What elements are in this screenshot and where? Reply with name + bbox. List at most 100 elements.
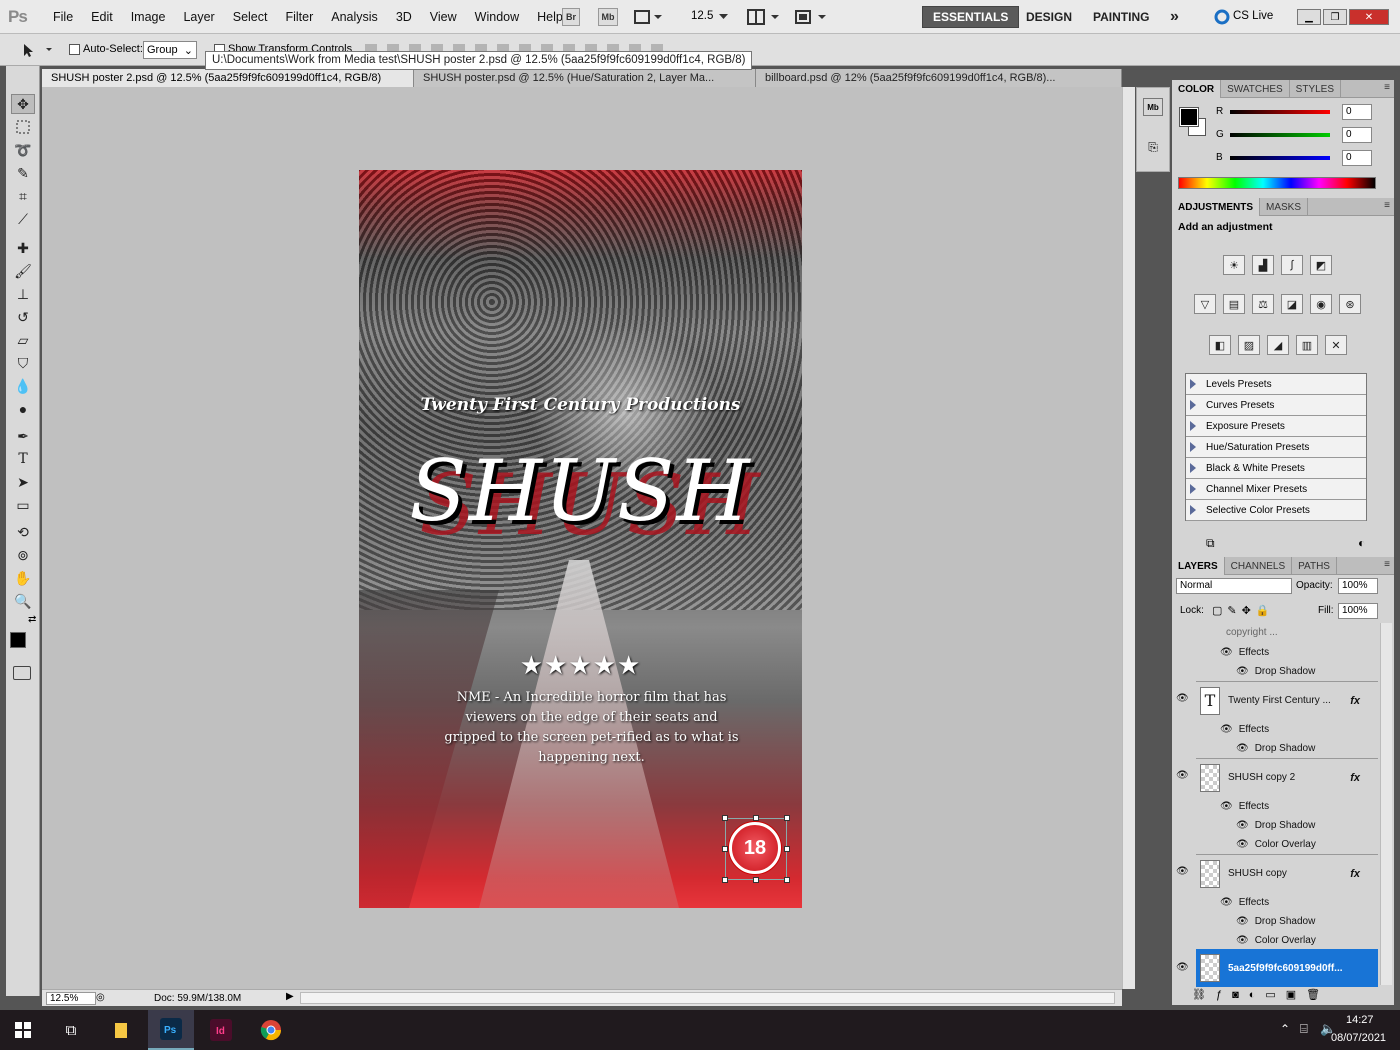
transform-selection-box[interactable] (722, 815, 790, 883)
screen-mode-icon[interactable] (793, 8, 829, 26)
color-spectrum-bar[interactable] (1178, 177, 1376, 189)
restore-button[interactable]: ❐ (1323, 9, 1347, 25)
tab-layers[interactable]: LAYERS (1172, 557, 1225, 575)
transform-handle[interactable] (784, 877, 790, 883)
transform-handle[interactable] (722, 877, 728, 883)
panel-menu-icon[interactable]: ≡ (1384, 559, 1390, 570)
menu-window[interactable]: Window (466, 10, 528, 24)
threshold-icon[interactable]: ◢ (1267, 335, 1289, 355)
transform-handle[interactable] (722, 815, 728, 821)
taskbar-time[interactable]: 14:27 (1346, 1014, 1374, 1026)
workspace-design[interactable]: DESIGN (1016, 6, 1082, 28)
fill-field[interactable]: 100% (1338, 603, 1378, 619)
shape-tool-icon[interactable]: ▭ (11, 495, 35, 515)
eyedropper-tool-icon[interactable]: ⟋ (11, 209, 35, 229)
effect-drop-shadow-row[interactable]: 👁 Drop Shadow (1196, 912, 1378, 930)
tab-masks[interactable]: MASKS (1260, 198, 1309, 216)
windows-start-icon[interactable] (0, 1010, 46, 1050)
workspace-essentials[interactable]: ESSENTIALS (922, 6, 1020, 28)
eye-icon[interactable]: 👁 (1176, 693, 1190, 705)
hand-tool-icon[interactable]: ✋ (11, 568, 35, 588)
preset-curves[interactable]: Curves Presets (1186, 395, 1366, 416)
tab-channels[interactable]: CHANNELS (1225, 557, 1293, 575)
stamp-tool-icon[interactable]: ⊥ (11, 284, 35, 304)
fx-icon[interactable]: fx (1350, 868, 1360, 880)
eye-icon[interactable]: 👁 (1220, 897, 1233, 908)
healing-brush-tool-icon[interactable]: ✚ (11, 238, 35, 258)
zoom-tool-icon[interactable]: 🔍 (11, 591, 35, 611)
zoom-level[interactable]: 12.5 (691, 10, 713, 22)
chrome-taskbar-icon[interactable] (248, 1010, 294, 1050)
preset-selective-color[interactable]: Selective Color Presets (1186, 500, 1366, 521)
preset-hue-saturation[interactable]: Hue/Saturation Presets (1186, 437, 1366, 458)
status-zoom-field[interactable]: 12.5% (46, 992, 96, 1005)
adjustment-toggle-icon[interactable]: ◐ (1358, 536, 1365, 550)
layers-scrollbar[interactable] (1380, 623, 1392, 985)
tab-shush-poster[interactable]: SHUSH poster.psd @ 12.5% (Hue/Saturation… (414, 69, 756, 87)
brightness-contrast-icon[interactable]: ☀ (1223, 255, 1245, 275)
vibrance-icon[interactable]: ▽ (1194, 294, 1216, 314)
menu-view[interactable]: View (421, 10, 466, 24)
auto-select-dropdown[interactable]: Group ⌄ (143, 41, 197, 59)
transform-handle[interactable] (784, 846, 790, 852)
mini-bridge-button[interactable]: Mb (598, 8, 618, 26)
menu-file[interactable]: File (44, 10, 82, 24)
cs-live-icon[interactable] (1214, 9, 1230, 25)
network-icon[interactable]: ⌸ (1300, 1021, 1308, 1037)
eye-icon[interactable]: 👁 (1236, 839, 1249, 850)
move-tool-preset-icon[interactable] (22, 42, 52, 58)
menu-select[interactable]: Select (224, 10, 277, 24)
effect-color-overlay-row[interactable]: 👁 Color Overlay (1196, 931, 1378, 949)
selective-color-icon[interactable]: ✕ (1325, 335, 1347, 355)
effects-row[interactable]: 👁 Effects (1196, 797, 1378, 815)
mini-bridge-panel-icon[interactable]: Mb (1143, 98, 1163, 116)
invert-icon[interactable]: ◧ (1209, 335, 1231, 355)
eye-icon[interactable]: 👁 (1236, 935, 1249, 946)
preset-exposure[interactable]: Exposure Presets (1186, 416, 1366, 437)
transform-handle[interactable] (753, 877, 759, 883)
effect-drop-shadow-row[interactable]: 👁 Drop Shadow (1196, 662, 1378, 680)
red-value[interactable]: 0 (1342, 104, 1372, 120)
3d-orbit-tool-icon[interactable]: ⊚ (11, 545, 35, 565)
effect-drop-shadow-row[interactable]: 👁 Drop Shadow (1196, 739, 1378, 757)
curves-icon[interactable]: ∫ (1281, 255, 1303, 275)
photoshop-taskbar-icon[interactable]: Ps (148, 1010, 194, 1050)
canvas-horizontal-scrollbar[interactable] (300, 992, 1115, 1004)
3d-rotate-tool-icon[interactable]: ⟲ (11, 522, 35, 542)
layer-row-selected[interactable]: 5aa25f9f9fc609199d0ff... (1196, 949, 1378, 987)
canvas-vertical-scrollbar[interactable] (1122, 87, 1135, 989)
tab-styles[interactable]: STYLES (1290, 80, 1342, 98)
eraser-tool-icon[interactable]: ▱ (11, 330, 35, 350)
swap-colors-icon[interactable]: ⇄ (28, 614, 36, 625)
eye-icon[interactable]: 👁 (1220, 724, 1233, 735)
layer-row-shush-copy-2[interactable]: SHUSH copy 2 fx (1196, 758, 1378, 796)
tab-swatches[interactable]: SWATCHES (1221, 80, 1290, 98)
panel-menu-icon[interactable]: ≡ (1384, 200, 1390, 211)
task-view-icon[interactable]: ⧉ (48, 1010, 94, 1050)
hue-saturation-icon[interactable]: ▤ (1223, 294, 1245, 314)
tab-billboard[interactable]: billboard.psd @ 12% (5aa25f9f9fc609199d0… (756, 69, 1122, 87)
menu-image[interactable]: Image (122, 10, 175, 24)
move-tool-icon[interactable]: ✥ (11, 94, 35, 114)
eye-icon[interactable]: 👁 (1236, 820, 1249, 831)
auto-select-checkbox[interactable] (69, 44, 80, 55)
blue-slider[interactable] (1230, 156, 1330, 160)
status-menu-arrow-icon[interactable]: ▶ (286, 991, 294, 1002)
pen-tool-icon[interactable]: ✒ (11, 426, 35, 446)
layer-row-text[interactable]: T Twenty First Century ... fx (1196, 681, 1378, 719)
view-extras-icon[interactable] (633, 9, 663, 25)
cs-live-label[interactable]: CS Live (1233, 10, 1273, 22)
exposure-icon[interactable]: ◩ (1310, 255, 1332, 275)
quick-selection-tool-icon[interactable]: ✎ (11, 163, 35, 183)
more-workspaces-button[interactable]: » (1160, 6, 1189, 28)
marquee-tool-icon[interactable] (11, 117, 35, 137)
red-slider[interactable] (1230, 110, 1330, 114)
transform-handle[interactable] (784, 815, 790, 821)
preset-channel-mixer[interactable]: Channel Mixer Presets (1186, 479, 1366, 500)
transform-handle[interactable] (722, 846, 728, 852)
effects-row[interactable]: 👁 Effects (1196, 893, 1378, 911)
tab-adjustments[interactable]: ADJUSTMENTS (1172, 198, 1261, 216)
eye-icon[interactable]: 👁 (1220, 647, 1233, 658)
dodge-tool-icon[interactable]: ● (11, 399, 35, 419)
foreground-color-swatch[interactable] (10, 632, 26, 648)
